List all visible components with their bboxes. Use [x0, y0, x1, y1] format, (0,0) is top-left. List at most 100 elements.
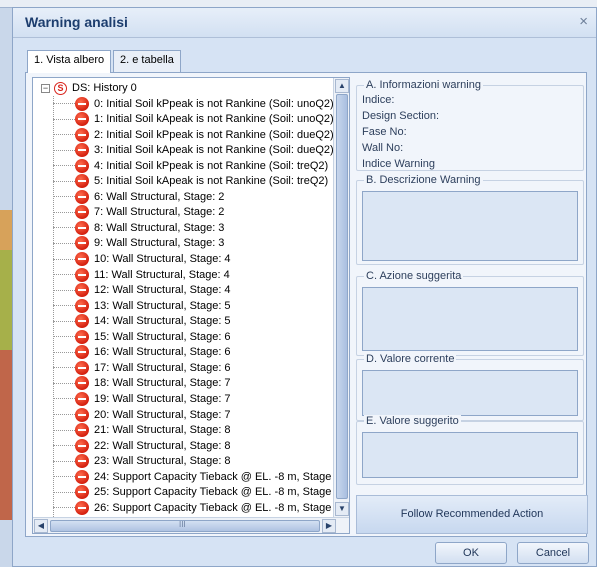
- error-icon: [75, 314, 89, 329]
- indice-warning-label: Indice Warning: [362, 158, 435, 170]
- tree-item[interactable]: 25: Support Capacity Tieback @ EL. -8 m,…: [53, 485, 331, 500]
- tree-connector: [53, 382, 75, 384]
- tree-item-label: 12: Wall Structural, Stage: 4: [94, 284, 231, 297]
- scroll-right-icon[interactable]: ▶: [322, 519, 336, 533]
- tree-item[interactable]: 26: Support Capacity Tieback @ EL. -8 m,…: [53, 500, 331, 515]
- tree-item[interactable]: 3: Initial Soil kApeak is not Rankine (S…: [53, 143, 333, 158]
- group-b-label: B. Descrizione Warning: [364, 174, 483, 186]
- vertical-scroll-thumb[interactable]: [336, 94, 348, 499]
- tree-item[interactable]: 23: Wall Structural, Stage: 8: [53, 454, 231, 469]
- scroll-down-icon[interactable]: ▼: [335, 502, 349, 516]
- tree-item[interactable]: 2: Initial Soil kPpeak is not Rankine (S…: [53, 127, 333, 142]
- tree-connector: [53, 460, 75, 462]
- group-descrizione-warning: B. Descrizione Warning: [356, 174, 584, 265]
- tree-item[interactable]: 1: Initial Soil kApeak is not Rankine (S…: [53, 112, 333, 127]
- horizontal-scroll-thumb[interactable]: III: [50, 520, 320, 532]
- thumb-grip: III: [179, 520, 186, 529]
- tree-connector: [53, 227, 75, 229]
- error-icon: [75, 143, 89, 158]
- tree-item[interactable]: 22: Wall Structural, Stage: 8: [53, 438, 231, 453]
- tree-item[interactable]: 15: Wall Structural, Stage: 6: [53, 329, 231, 344]
- tree-item-label: 24: Support Capacity Tieback @ EL. -8 m,…: [94, 470, 332, 483]
- tree-connector: [53, 180, 75, 182]
- error-icon: [75, 252, 89, 266]
- tree-item-label: 15: Wall Structural, Stage: 6: [94, 330, 231, 343]
- tree-item[interactable]: 21: Wall Structural, Stage: 8: [53, 423, 231, 438]
- error-icon: [75, 423, 89, 438]
- tree-item[interactable]: 14: Wall Structural, Stage: 5: [53, 314, 231, 329]
- tree-connector: [53, 507, 75, 509]
- valore-suggerito-box: [362, 432, 578, 478]
- collapse-icon[interactable]: −: [41, 83, 50, 93]
- tree-connector: [53, 367, 75, 369]
- error-icon: [75, 112, 89, 127]
- warning-details-panel: A. Informazioni warning Indice: Design S…: [356, 77, 588, 534]
- tree-item[interactable]: 6: Wall Structural, Stage: 2: [53, 189, 224, 204]
- tree-item[interactable]: 11: Wall Structural, Stage: 4: [53, 267, 230, 282]
- tree-item[interactable]: 17: Wall Structural, Stage: 6: [53, 360, 231, 375]
- tree-item-label: 1: Initial Soil kApeak is not Rankine (S…: [94, 113, 333, 126]
- tree-horizontal-scrollbar[interactable]: ◀ III ▶: [33, 517, 349, 533]
- group-d-label: D. Valore corrente: [364, 353, 457, 365]
- error-icon: [75, 236, 89, 251]
- wall-no-label: Wall No:: [362, 142, 404, 154]
- tree-item[interactable]: 18: Wall Structural, Stage: 7: [53, 376, 231, 391]
- tree-item-label: 22: Wall Structural, Stage: 8: [94, 439, 231, 452]
- error-icon: [75, 391, 89, 406]
- group-informazioni-warning: A. Informazioni warning Indice: Design S…: [356, 79, 584, 171]
- tree-item-label: 18: Wall Structural, Stage: 7: [94, 377, 231, 390]
- close-icon[interactable]: ×: [579, 14, 588, 30]
- tree-item[interactable]: 19: Wall Structural, Stage: 7: [53, 391, 231, 406]
- indice-label: Indice:: [362, 94, 395, 106]
- tree-item[interactable]: 13: Wall Structural, Stage: 5: [53, 298, 231, 313]
- tab-vista-albero[interactable]: 1. Vista albero: [27, 50, 112, 73]
- tree-item[interactable]: 12: Wall Structural, Stage: 4: [53, 283, 231, 298]
- error-icon: [75, 283, 89, 298]
- tree-item[interactable]: 10: Wall Structural, Stage: 4: [53, 252, 231, 267]
- tree-item[interactable]: 16: Wall Structural, Stage: 6: [53, 345, 231, 360]
- error-icon: [75, 469, 89, 484]
- tree-item-label: 16: Wall Structural, Stage: 6: [94, 346, 231, 359]
- tree-item[interactable]: 7: Wall Structural, Stage: 2: [53, 205, 224, 220]
- error-icon: [75, 267, 89, 282]
- design-section-label: Design Section:: [362, 110, 440, 122]
- tree-item[interactable]: 20: Wall Structural, Stage: 7: [53, 407, 231, 422]
- tree-connector: [53, 134, 75, 136]
- error-icon: [75, 298, 89, 313]
- stage-s-icon: S: [54, 81, 67, 95]
- tree-connector: [53, 336, 75, 338]
- tab-tabella[interactable]: 2. e tabella: [113, 50, 181, 72]
- valore-corrente-box: [362, 370, 578, 416]
- tree-item-label: 9: Wall Structural, Stage: 3: [94, 237, 225, 250]
- tree-item[interactable]: 9: Wall Structural, Stage: 3: [53, 236, 224, 251]
- tree-item[interactable]: 5: Initial Soil kApeak is not Rankine (S…: [53, 174, 328, 189]
- group-azione-suggerita: C. Azione suggerita: [356, 270, 584, 356]
- tree-item-label: 19: Wall Structural, Stage: 7: [94, 392, 231, 405]
- tree-item[interactable]: 8: Wall Structural, Stage: 3: [53, 220, 224, 235]
- follow-recommended-action-button[interactable]: Follow Recommended Action: [356, 495, 588, 534]
- scroll-up-icon[interactable]: ▲: [335, 79, 349, 93]
- tree-item-label: 21: Wall Structural, Stage: 8: [94, 424, 231, 437]
- error-icon: [75, 205, 89, 220]
- tree-connector: [53, 398, 75, 400]
- tree-item[interactable]: 24: Support Capacity Tieback @ EL. -8 m,…: [53, 469, 331, 484]
- ok-button[interactable]: OK: [435, 542, 507, 564]
- error-icon: [75, 189, 89, 204]
- scroll-left-icon[interactable]: ◀: [34, 519, 48, 533]
- tree-vertical-scrollbar[interactable]: ▲ ▼: [333, 78, 349, 519]
- error-icon: [75, 454, 89, 469]
- error-icon: [75, 500, 89, 515]
- tree-item-label: 23: Wall Structural, Stage: 8: [94, 455, 231, 468]
- error-icon: [75, 438, 89, 453]
- group-c-label: C. Azione suggerita: [364, 270, 464, 282]
- warning-tree[interactable]: − S DS: History 0 0: Initial Soil kPpeak…: [32, 77, 350, 534]
- tree-item-label: 14: Wall Structural, Stage: 5: [94, 315, 231, 328]
- tree-connector: [53, 305, 75, 307]
- tree-item[interactable]: 0: Initial Soil kPpeak is not Rankine (S…: [53, 96, 333, 111]
- cancel-button[interactable]: Cancel: [517, 542, 589, 564]
- tree-root-node[interactable]: − S DS: History 0: [41, 81, 137, 95]
- tree-item-label: 7: Wall Structural, Stage: 2: [94, 206, 225, 219]
- tree-item-label: 26: Support Capacity Tieback @ EL. -8 m,…: [94, 501, 332, 514]
- tree-item[interactable]: 4: Initial Soil kPpeak is not Rankine (S…: [53, 158, 328, 173]
- tree-connector: [53, 103, 75, 104]
